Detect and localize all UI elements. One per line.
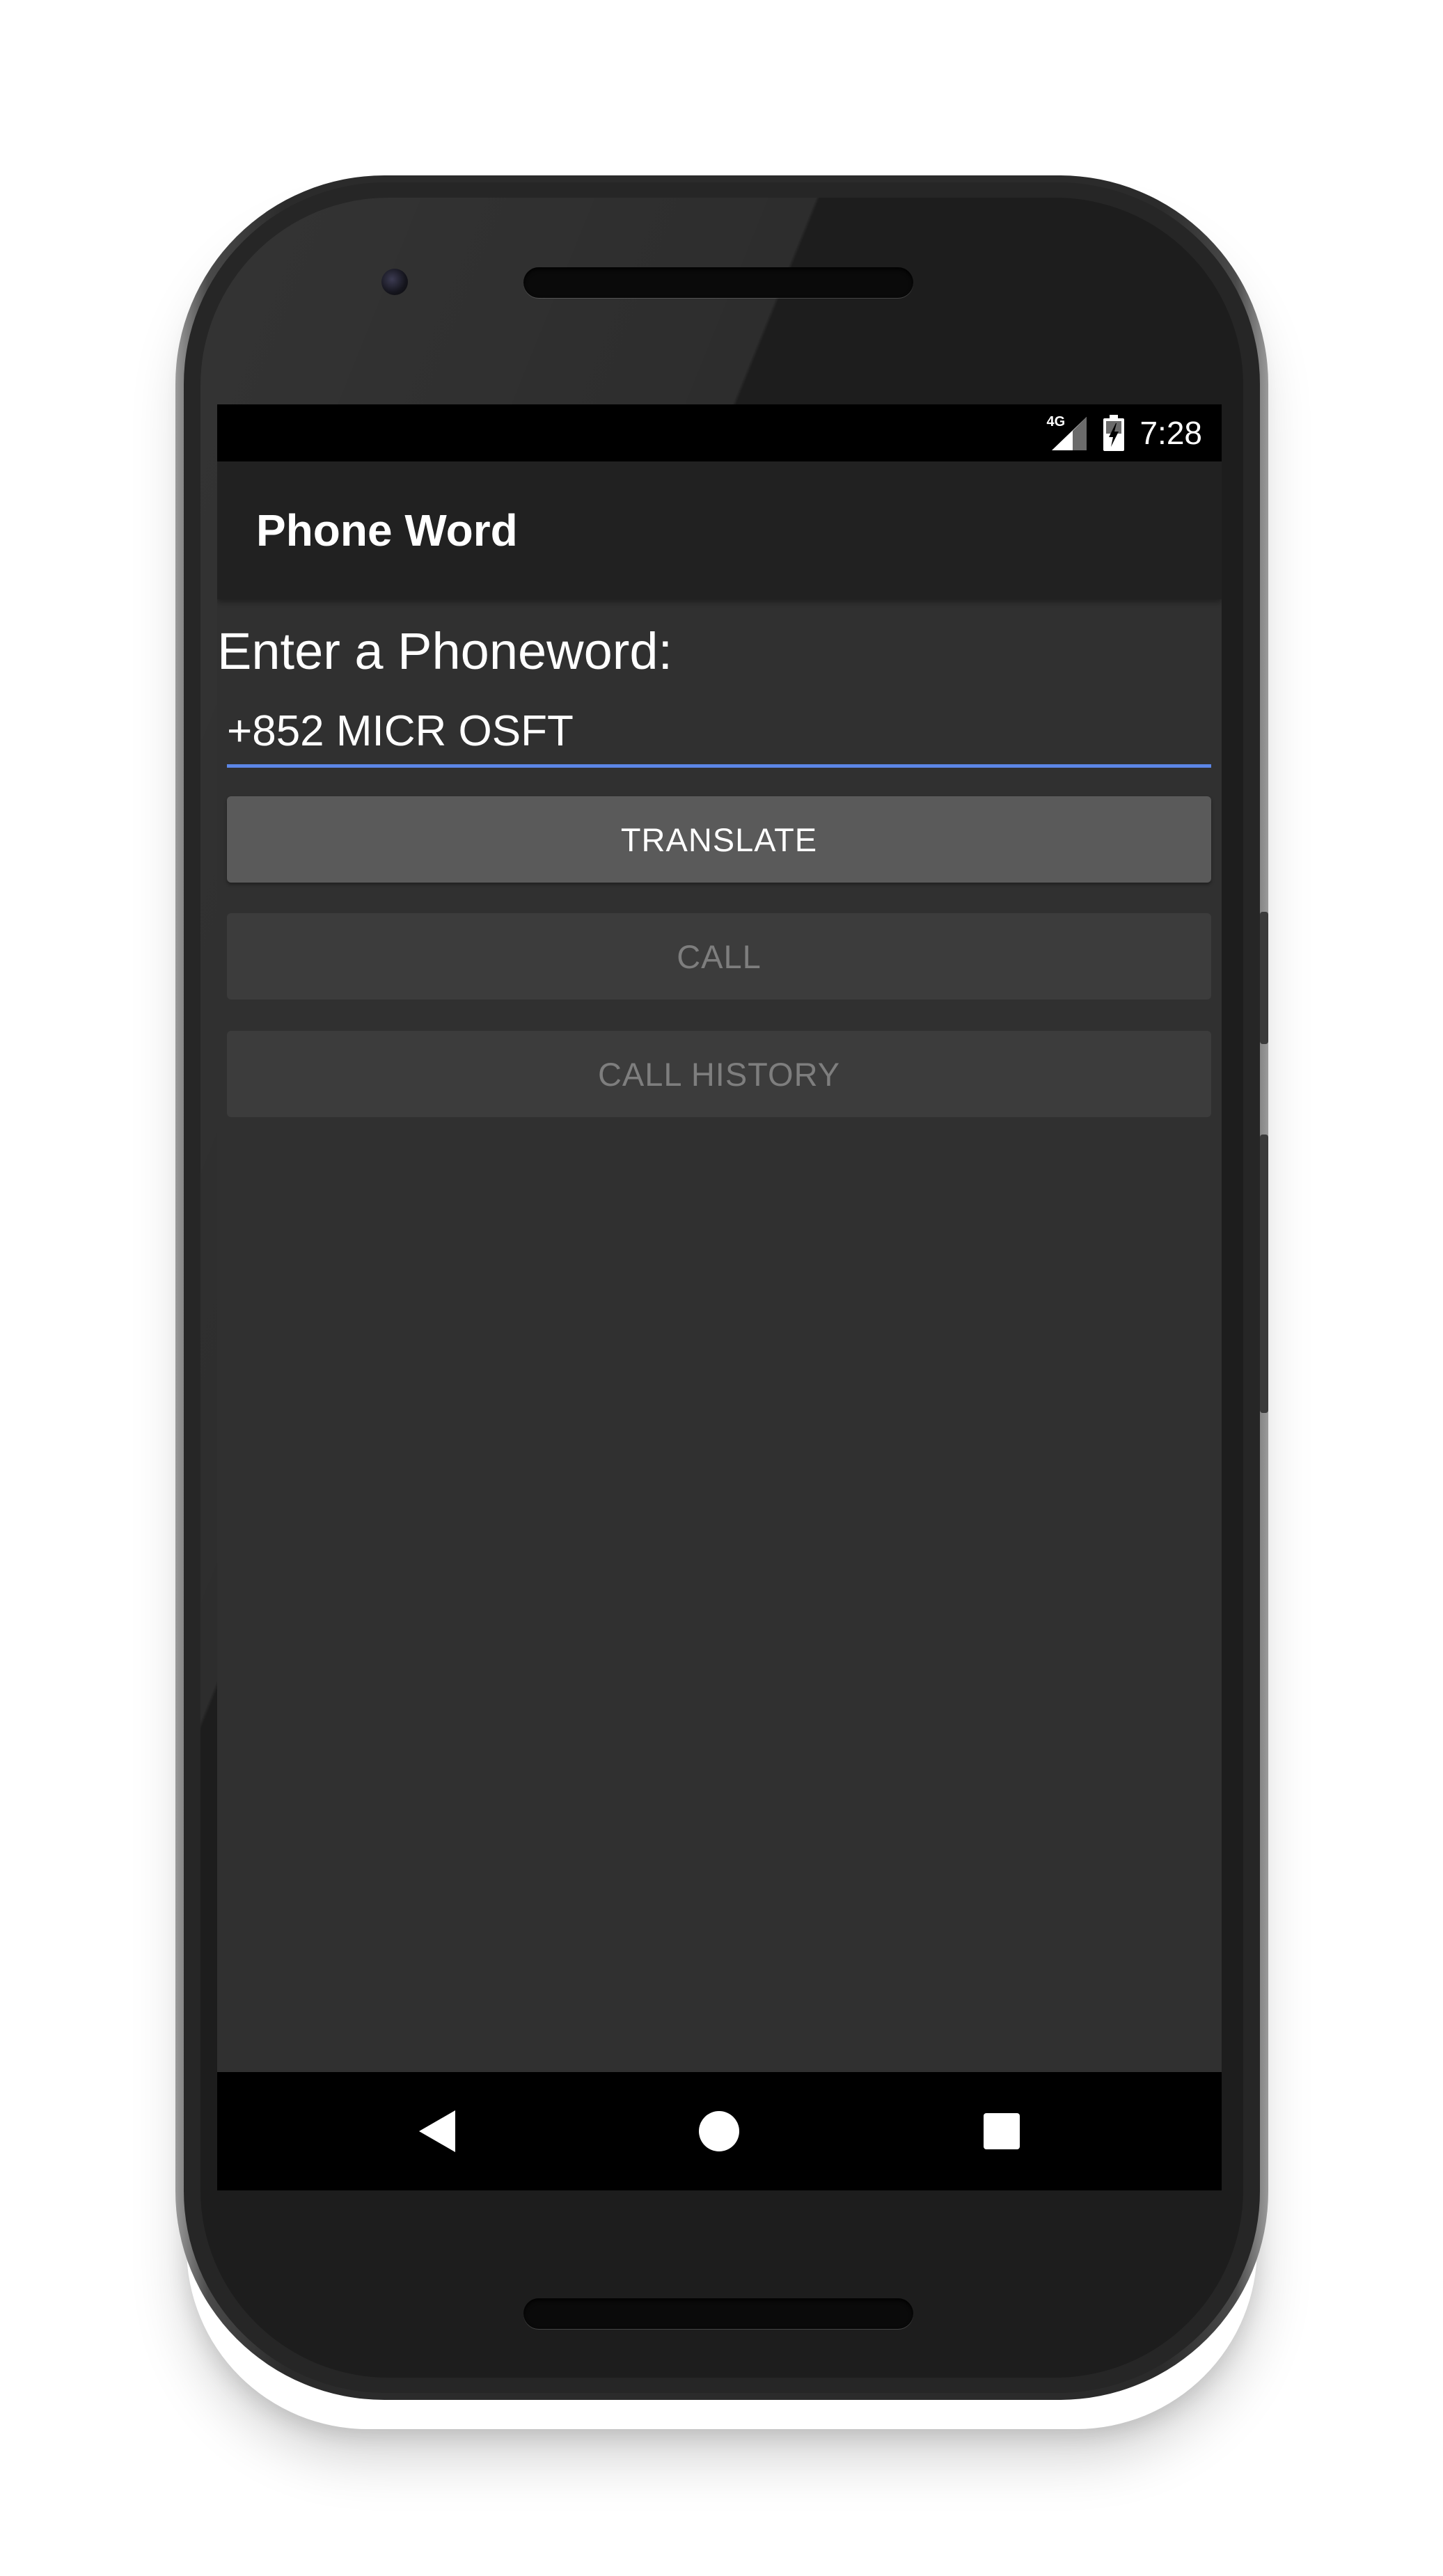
navigation-bar	[217, 2072, 1222, 2190]
phone-screen: 4G 7:28 Phone Word Enter a Phoneword: +8…	[217, 404, 1222, 2190]
back-icon	[419, 2110, 455, 2152]
top-speaker-grille	[523, 267, 913, 298]
recents-icon	[984, 2113, 1020, 2149]
status-time: 7:28	[1140, 415, 1202, 451]
signal-indicator: 4G	[1046, 414, 1088, 452]
nav-back-button[interactable]	[388, 2072, 486, 2190]
front-camera	[381, 269, 408, 295]
phoneword-prompt-label: Enter a Phoneword:	[217, 622, 673, 680]
nav-recents-button[interactable]	[953, 2072, 1050, 2190]
power-button	[1260, 912, 1268, 1044]
translate-button[interactable]: TRANSLATE	[227, 796, 1211, 883]
screenshot-stage: 4G 7:28 Phone Word Enter a Phoneword: +8…	[0, 0, 1443, 2576]
status-bar: 4G 7:28	[217, 404, 1222, 461]
app-bar: Phone Word	[217, 461, 1222, 599]
volume-button	[1260, 1135, 1268, 1413]
battery-charging-icon	[1103, 415, 1125, 451]
status-icons: 4G 7:28	[1046, 404, 1202, 461]
call-history-button[interactable]: CALL HISTORY	[227, 1031, 1211, 1117]
call-button[interactable]: CALL	[227, 913, 1211, 999]
home-icon	[699, 2111, 739, 2151]
app-title: Phone Word	[256, 505, 518, 555]
nav-home-button[interactable]	[670, 2072, 768, 2190]
phoneword-input[interactable]	[227, 698, 1211, 768]
bottom-speaker-grille	[523, 2298, 913, 2329]
signal-icon	[1052, 417, 1087, 450]
